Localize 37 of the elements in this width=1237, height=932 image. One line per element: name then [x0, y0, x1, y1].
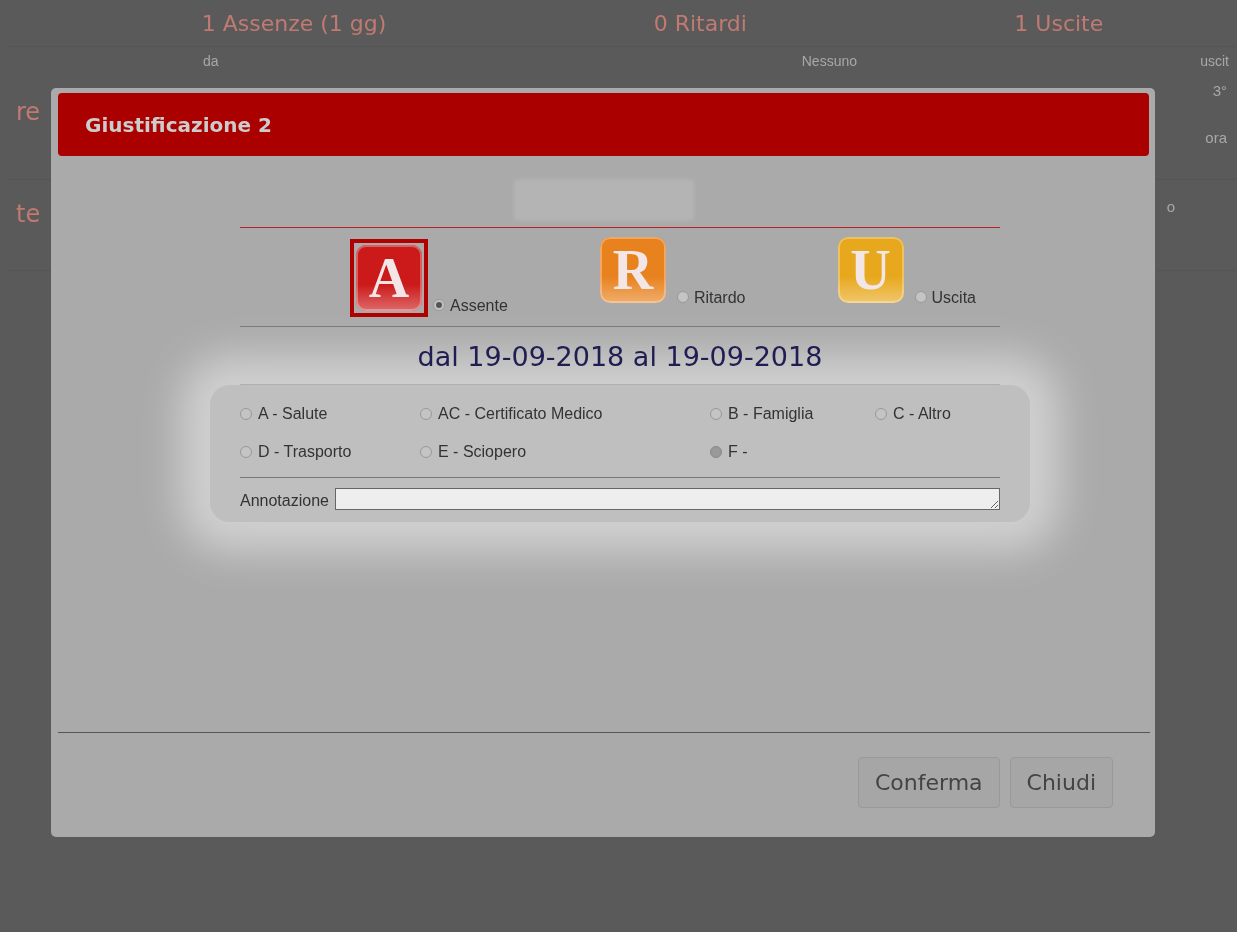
radio-label: Ritardo — [693, 289, 746, 307]
column-header: Nessuno — [801, 53, 857, 69]
row-label: te — [16, 200, 41, 228]
radio-button[interactable] — [914, 291, 927, 303]
type-icon[interactable]: A — [350, 239, 428, 317]
dialog-button[interactable]: Conferma — [857, 756, 1000, 808]
row-label: re — [16, 97, 41, 126]
count-label: 0 Ritardi — [653, 10, 747, 36]
dialog-button[interactable]: Chiudi — [1009, 756, 1113, 808]
radio-label: Uscita — [931, 289, 976, 307]
date-range: dal 19-09-2018 al 19-09-2018 — [240, 327, 1000, 385]
radio-button[interactable] — [240, 446, 252, 458]
radio-label: E - Sciopero — [438, 443, 527, 461]
radio-label: AC - Certificato Medico — [438, 405, 603, 423]
radio-label: A - Salute — [258, 405, 328, 423]
count-label: 1 Assenze (1 gg) — [201, 10, 387, 36]
column-header: da — [203, 53, 219, 69]
radio-button[interactable] — [710, 408, 722, 420]
radio-label: D - Trasporto — [258, 443, 352, 461]
radio-button[interactable] — [676, 291, 689, 303]
table-cell: o — [1166, 198, 1175, 215]
field-label: Annotazione — [240, 492, 329, 510]
radio-button[interactable] — [240, 408, 252, 420]
radio-label: Assente — [450, 297, 508, 315]
dialog-title: Giustificazione 2 — [85, 112, 272, 137]
radio-button[interactable] — [433, 299, 445, 311]
table-cell-text: 3° — [1211, 82, 1228, 99]
note-field[interactable] — [334, 488, 1000, 510]
table-cell-text: ora — [1205, 129, 1228, 146]
radio-button[interactable] — [420, 446, 432, 458]
radio-button[interactable] — [875, 408, 887, 420]
radio-button[interactable] — [420, 408, 432, 420]
radio-label: C - Altro — [893, 405, 951, 423]
count-label: 1 Uscite — [1014, 10, 1104, 36]
radio-label: F - — [728, 443, 748, 461]
radio-label: B - Famiglia — [728, 405, 814, 423]
column-header: uscit — [1200, 53, 1229, 69]
